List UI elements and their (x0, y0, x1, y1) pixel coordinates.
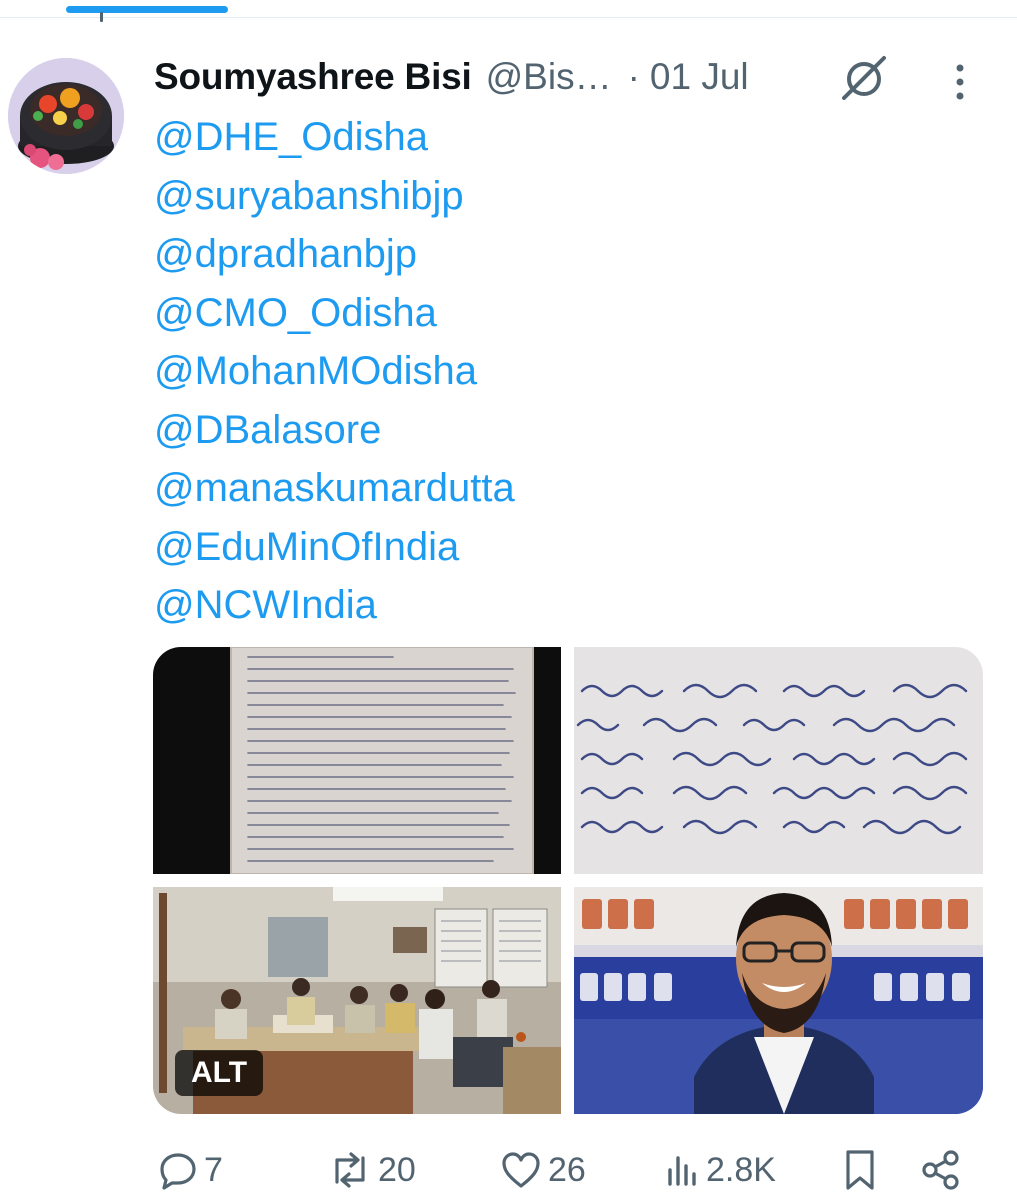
reply-icon (160, 1153, 196, 1190)
tab-indicator-tick (100, 12, 103, 22)
mention-link[interactable]: @DHE_Odisha (154, 108, 515, 167)
mention-link[interactable]: @EduMinOfIndia (154, 518, 515, 577)
views-button[interactable]: 2.8K (666, 1140, 776, 1200)
tweet-date[interactable]: 01 Jul (650, 56, 749, 98)
views-chart-icon (668, 1156, 696, 1186)
mention-link[interactable]: @dpradhanbjp (154, 225, 515, 284)
avatar[interactable] (8, 58, 124, 174)
mention-link[interactable]: @DBalasore (154, 401, 515, 460)
tweet-text: @DHE_Odisha @suryabanshibjp @dpradhanbjp… (154, 108, 515, 635)
bookmark-button[interactable] (842, 1140, 878, 1200)
smiling-man-portrait-photo[interactable] (574, 887, 983, 1114)
mention-link[interactable]: @suryabanshibjp (154, 167, 515, 226)
more-vertical-icon[interactable] (950, 62, 970, 102)
header-separator: · (627, 56, 640, 97)
mention-link[interactable]: @NCWIndia (154, 576, 515, 635)
letter-page-image (153, 647, 561, 874)
handwritten-letter-closeup-photo[interactable] (574, 647, 983, 874)
like-count: 26 (548, 1150, 586, 1189)
tweet-action-bar: 7 20 26 2.8K (0, 1140, 1017, 1200)
handwritten-letter-page-photo[interactable] (153, 647, 561, 874)
share-icon (922, 1150, 959, 1190)
repost-icon (335, 1152, 365, 1188)
heart-icon (502, 1152, 540, 1188)
active-tab-indicator (66, 6, 228, 13)
repost-count: 20 (378, 1150, 416, 1189)
mention-link[interactable]: @CMO_Odisha (154, 284, 515, 343)
avatar-image (8, 58, 124, 174)
media-grid: ALT (153, 647, 983, 1114)
reply-count: 7 (204, 1150, 223, 1189)
alt-badge[interactable]: ALT (175, 1050, 264, 1096)
views-count: 2.8K (706, 1150, 776, 1189)
author-handle[interactable]: @Bis… (486, 56, 612, 98)
like-button[interactable]: 26 (500, 1140, 586, 1200)
reply-button[interactable]: 7 (158, 1140, 223, 1200)
mention-link[interactable]: @manaskumardutta (154, 459, 515, 518)
top-tab-strip (0, 0, 1017, 22)
repost-button[interactable]: 20 (328, 1140, 416, 1200)
bookmark-icon (846, 1150, 874, 1190)
author-display-name[interactable]: Soumyashree Bisi (154, 56, 472, 98)
mention-link[interactable]: @MohanMOdisha (154, 342, 515, 401)
share-button[interactable] (920, 1140, 962, 1200)
tweet-header: Soumyashree Bisi @Bis… · 01 Jul (154, 52, 749, 102)
letter-closeup-image (574, 647, 983, 874)
college-office-meeting-photo[interactable]: ALT (153, 887, 561, 1114)
portrait-image (574, 887, 983, 1114)
grok-icon[interactable] (838, 54, 890, 102)
